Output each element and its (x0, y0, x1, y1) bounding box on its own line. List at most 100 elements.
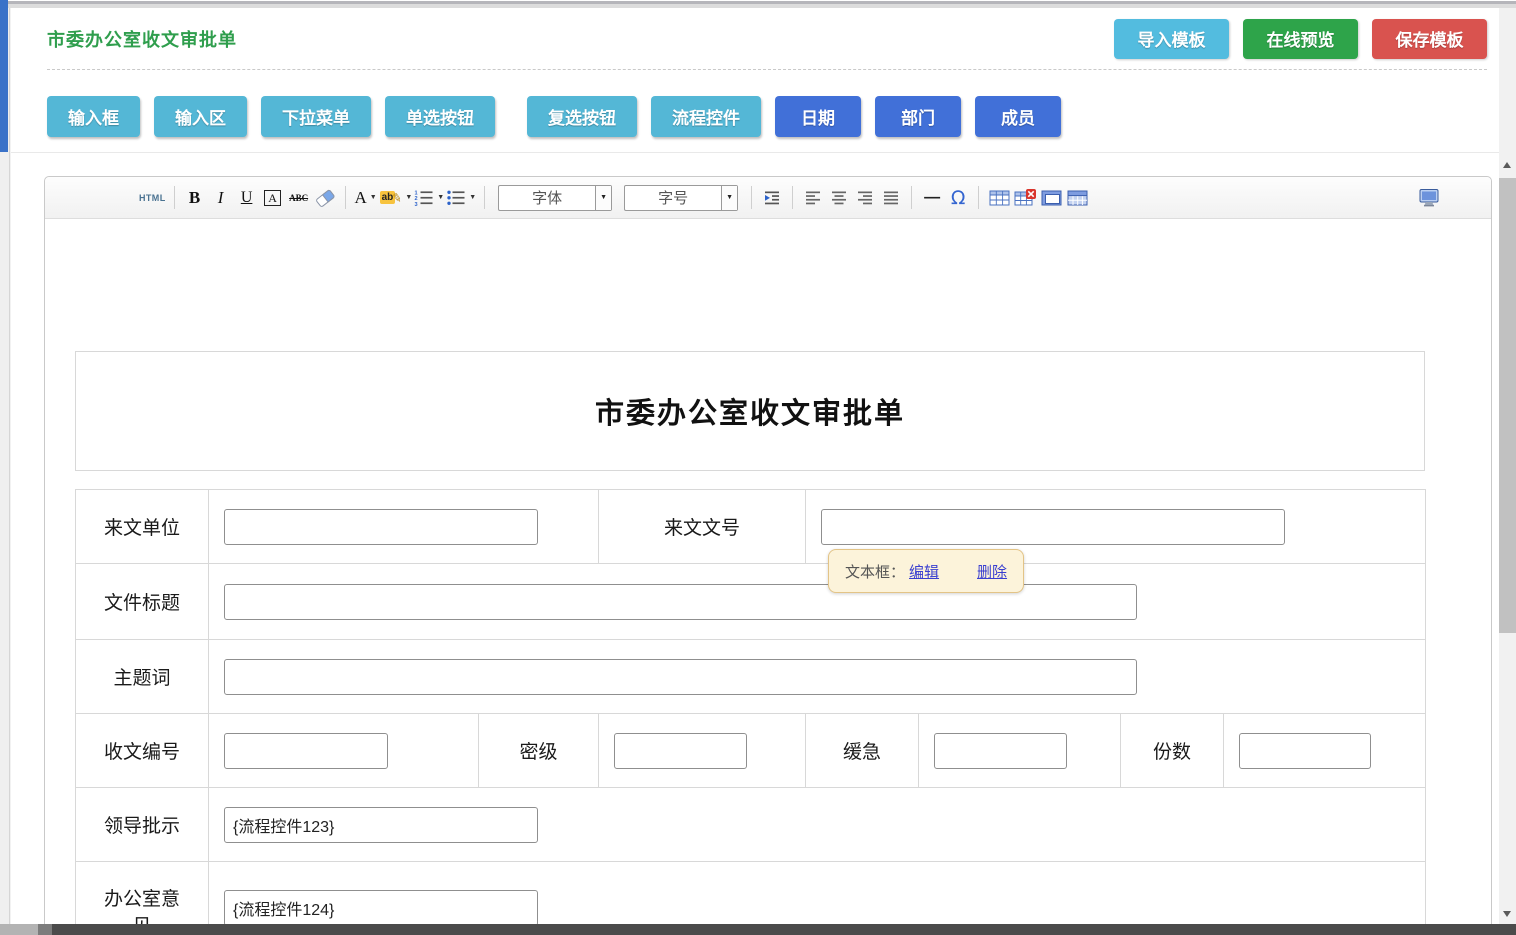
doc-number-label: 来文文号 (599, 490, 806, 564)
strikethrough-button[interactable]: ABC (287, 184, 311, 212)
online-preview-button[interactable]: 在线预览 (1243, 19, 1358, 59)
chevron-down-icon: ▼ (370, 194, 377, 201)
secrecy-label: 密级 (479, 714, 599, 788)
font-family-select[interactable]: 字体 ▼ (498, 185, 612, 211)
table-row: 文件标题 (76, 564, 1426, 640)
pencil-icon: ✎ (391, 190, 403, 206)
align-right-button[interactable] (853, 184, 877, 212)
control-tooltip: 文本框： 编辑 删除 (828, 549, 1024, 593)
chevron-down-icon: ▼ (405, 194, 412, 201)
eraser-icon (314, 188, 336, 208)
table-properties-button[interactable] (1039, 184, 1063, 212)
table-row: 主题词 (76, 640, 1426, 714)
page-right-margin (1499, 8, 1516, 155)
toolbar-separator (911, 186, 912, 209)
receipt-no-input[interactable] (224, 733, 388, 769)
control-member-button[interactable]: 成员 (975, 96, 1061, 137)
copies-input[interactable] (1239, 733, 1371, 769)
delete-table-button[interactable] (1013, 184, 1037, 212)
font-color-button[interactable]: A ▼ (354, 184, 378, 212)
remove-format-button[interactable] (313, 184, 337, 212)
insert-table-button[interactable] (987, 184, 1011, 212)
italic-button[interactable]: I (209, 184, 233, 212)
toolbar-separator (751, 186, 752, 209)
editor-toolbar: HTML B I U A ABC (45, 177, 1491, 219)
align-left-button[interactable] (801, 184, 825, 212)
office-opinion-input[interactable] (224, 890, 538, 926)
form-table: 来文单位 来文文号 文件标题 主题词 收文编号 密级 (75, 489, 1426, 934)
delete-table-icon (1014, 189, 1036, 207)
control-palette: 输入框 输入区 下拉菜单 单选按钮 复选按钮 流程控件 日期 部门 成员 (11, 70, 1499, 137)
cell-properties-button[interactable] (1065, 184, 1089, 212)
leader-remark-input[interactable] (224, 807, 538, 843)
control-flow-control-button[interactable]: 流程控件 (651, 96, 761, 137)
tooltip-delete-link[interactable]: 删除 (977, 561, 1007, 582)
tooltip-label: 文本框： (845, 561, 905, 582)
receipt-no-label: 收文编号 (76, 714, 209, 788)
page-title: 市委办公室收文审批单 (47, 26, 237, 52)
source-unit-input[interactable] (224, 509, 538, 545)
control-date-button[interactable]: 日期 (775, 96, 861, 137)
editor-document[interactable]: 市委办公室收文审批单 来文单位 来文文号 文件标题 主 (45, 219, 1491, 934)
fullscreen-button[interactable] (1417, 184, 1441, 212)
urgency-input[interactable] (934, 733, 1067, 769)
main-panel: 市委办公室收文审批单 导入模板 在线预览 保存模板 输入框 输入区 下拉菜单 单… (11, 8, 1499, 935)
font-size-select[interactable]: 字号 ▼ (624, 185, 738, 211)
source-unit-label: 来文单位 (76, 490, 209, 564)
monitor-icon (1418, 188, 1440, 207)
secrecy-input[interactable] (614, 733, 747, 769)
control-input-area-button[interactable]: 输入区 (154, 96, 247, 137)
toolbar-separator (978, 186, 979, 209)
font-size-value: 字号 (625, 187, 721, 208)
font-family-value: 字体 (499, 187, 595, 208)
horizontal-rule-button[interactable]: — (920, 184, 944, 212)
align-center-icon (829, 190, 849, 206)
indent-button[interactable] (760, 184, 784, 212)
format-a-button[interactable]: A (261, 184, 285, 212)
window-top-edge (0, 0, 1516, 8)
control-radio-button[interactable]: 单选按钮 (385, 96, 495, 137)
unordered-list-button[interactable]: ▼ (446, 184, 476, 212)
subject-input[interactable] (224, 659, 1137, 695)
indent-icon (762, 190, 782, 206)
horizontal-rule-icon: — (924, 189, 940, 207)
save-template-button[interactable]: 保存模板 (1372, 19, 1487, 59)
toolbar-separator (174, 186, 175, 209)
control-dropdown-button[interactable]: 下拉菜单 (261, 96, 371, 137)
scroll-down-icon[interactable] (1503, 911, 1511, 917)
chevron-down-icon: ▼ (721, 186, 737, 210)
ordered-list-button[interactable]: 1 2 3 ▼ (414, 184, 444, 212)
subject-label: 主题词 (76, 640, 209, 714)
vertical-scrollbar[interactable] (1499, 155, 1516, 935)
svg-text:3: 3 (415, 202, 418, 206)
bold-icon: B (189, 188, 200, 208)
chevron-down-icon: ▼ (595, 186, 611, 210)
tooltip-edit-link[interactable]: 编辑 (909, 561, 939, 582)
font-color-icon: A (354, 188, 366, 208)
leader-remark-label: 领导批示 (76, 788, 209, 862)
scroll-up-icon[interactable] (1503, 162, 1511, 168)
header-divider (11, 152, 1499, 153)
control-input-box-button[interactable]: 输入框 (47, 96, 140, 137)
table-row: 收文编号 密级 缓急 份数 (76, 714, 1426, 788)
toolbar-separator (484, 186, 485, 209)
align-justify-button[interactable] (879, 184, 903, 212)
html-source-icon: HTML (139, 193, 166, 203)
underline-button[interactable]: U (235, 184, 259, 212)
align-right-icon (855, 190, 875, 206)
import-template-button[interactable]: 导入模板 (1114, 19, 1229, 59)
urgency-label: 缓急 (806, 714, 919, 788)
doc-number-input[interactable] (821, 509, 1285, 545)
special-character-button[interactable]: Ω (946, 184, 970, 212)
html-source-button[interactable]: HTML (139, 184, 166, 212)
highlight-color-button[interactable]: ab ✎ ▼ (380, 184, 413, 212)
control-department-button[interactable]: 部门 (875, 96, 961, 137)
align-center-button[interactable] (827, 184, 851, 212)
align-left-icon (803, 190, 823, 206)
scrollbar-thumb[interactable] (1499, 178, 1516, 633)
form-title: 市委办公室收文审批单 (595, 390, 905, 432)
bold-button[interactable]: B (183, 184, 207, 212)
strikethrough-icon: ABC (289, 193, 308, 203)
window-bottom-edge (0, 924, 1516, 935)
control-checkbox-button[interactable]: 复选按钮 (527, 96, 637, 137)
